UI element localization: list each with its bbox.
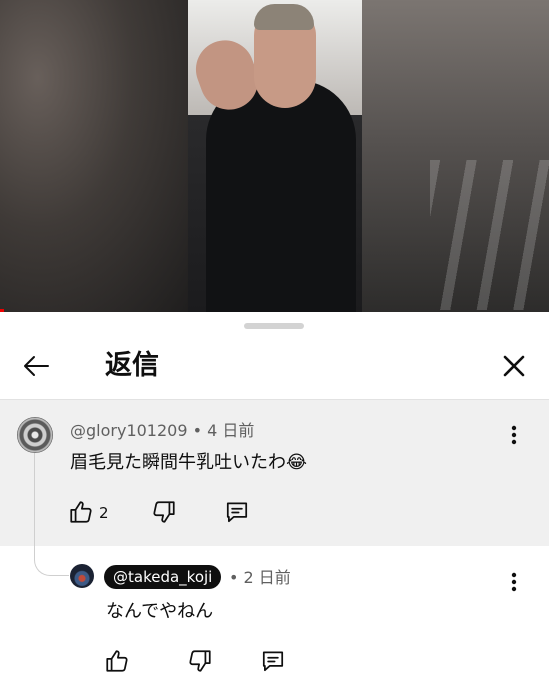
thread-connector: [34, 453, 69, 576]
back-button[interactable]: [18, 348, 54, 384]
thumb-up-icon: [70, 501, 92, 523]
reply-avatar[interactable]: [70, 564, 94, 588]
replies-panel: 返信 @glory101209 • 4 日前 眉毛見た瞬間牛乳吐いたわ😂 2 @…: [0, 312, 549, 700]
reply-dislike-button[interactable]: [187, 648, 213, 674]
panel-title: 返信: [105, 350, 159, 381]
like-button[interactable]: [68, 499, 94, 525]
video-player[interactable]: [0, 0, 549, 312]
thumb-up-icon: [106, 650, 128, 672]
panel-header: 返信: [0, 336, 549, 398]
reply-time: • 2 日前: [229, 568, 291, 587]
back-arrow-icon: [24, 356, 49, 376]
reply-more-options-button[interactable]: [502, 570, 526, 594]
drag-handle[interactable]: [244, 323, 304, 329]
reply-text: なんでやねん: [106, 601, 214, 622]
thumb-down-icon: [189, 650, 211, 672]
reply-button[interactable]: [224, 499, 250, 525]
video-blur-left: [0, 0, 188, 312]
dislike-button[interactable]: [151, 499, 177, 525]
comment-text: 眉毛見た瞬間牛乳吐いたわ😂: [70, 452, 308, 473]
mention-chip[interactable]: @takeda_koji: [104, 565, 222, 589]
comment-time: • 4 日前: [192, 421, 255, 440]
reply-reply-button[interactable]: [260, 648, 286, 674]
close-icon: [503, 355, 525, 377]
more-options-button[interactable]: [502, 423, 526, 447]
like-count: 2: [99, 504, 109, 522]
comment-meta: @glory101209 • 4 日前: [70, 421, 254, 441]
avatar[interactable]: [17, 417, 53, 453]
reply-like-button[interactable]: [104, 648, 130, 674]
thumb-down-icon: [153, 501, 175, 523]
comment-author[interactable]: @glory101209: [70, 421, 188, 440]
more-vert-icon: [511, 572, 517, 592]
video-frame: [188, 0, 362, 312]
progress-bar[interactable]: [0, 309, 4, 312]
video-background-stripes: [430, 160, 549, 310]
close-button[interactable]: [496, 348, 532, 384]
more-vert-icon: [511, 425, 517, 445]
reply-icon: [226, 502, 248, 523]
parent-comment: @glory101209 • 4 日前 眉毛見た瞬間牛乳吐いたわ😂 2: [0, 400, 549, 546]
reply-icon: [262, 651, 284, 672]
